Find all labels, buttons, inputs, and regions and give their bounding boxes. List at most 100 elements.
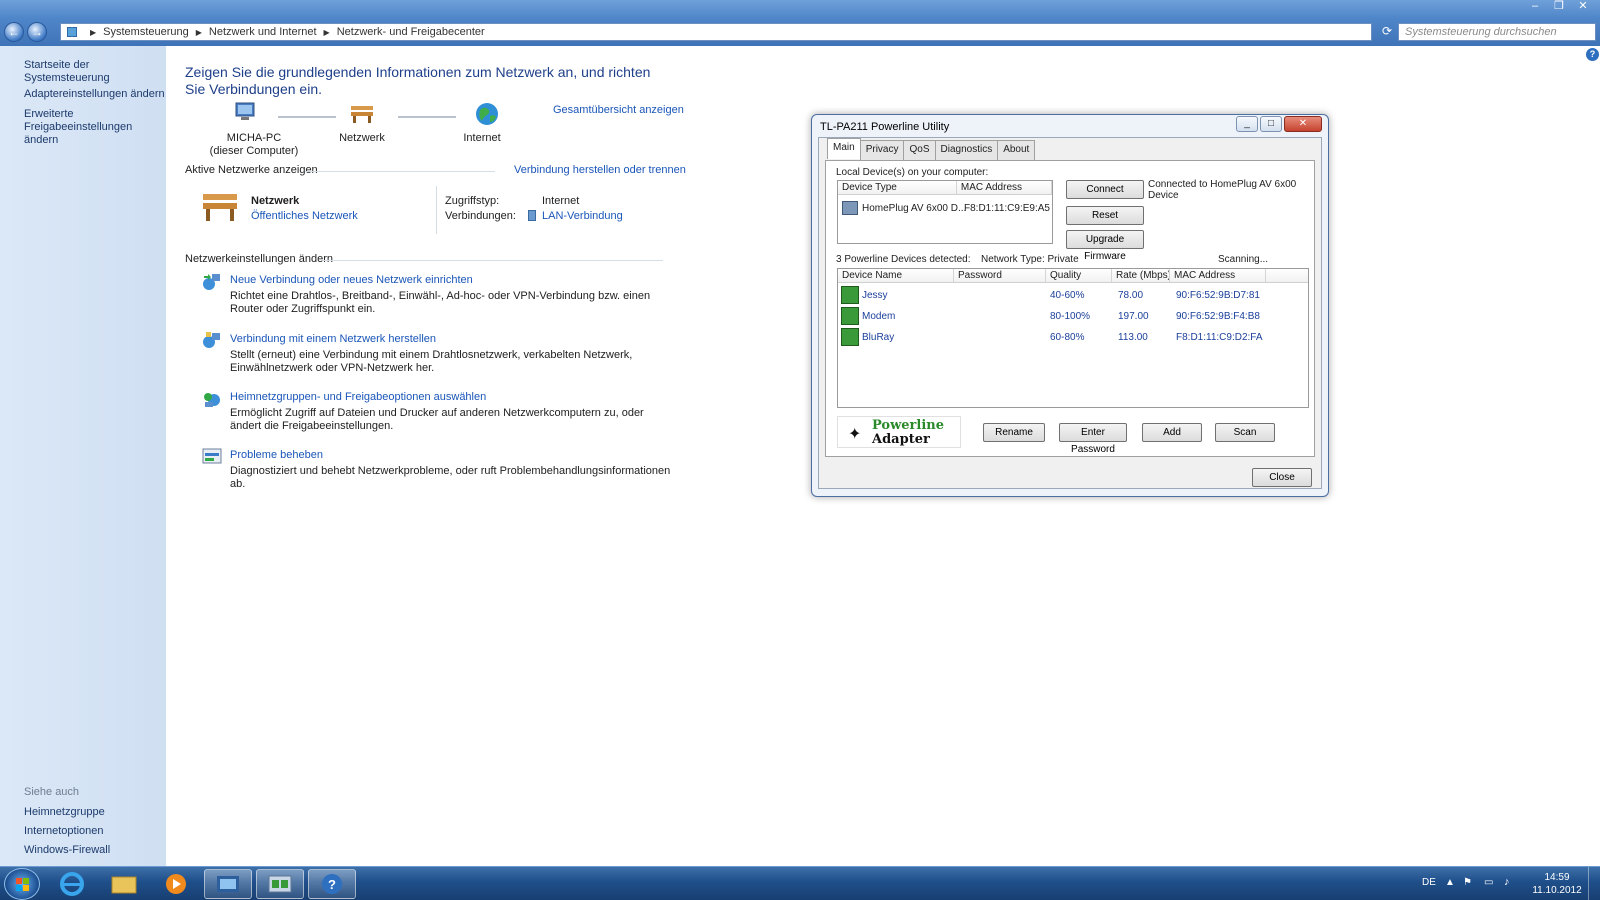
table-row[interactable]: Jessy 40-60% 78.00 90:F6:52:9B:D7:81	[840, 285, 1306, 305]
column-header-password[interactable]: Password	[954, 269, 1046, 282]
local-device-list[interactable]: Device Type MAC Address HomePlug AV 6x00…	[837, 180, 1053, 244]
breadcrumb-item[interactable]: Systemsteuerung	[103, 26, 189, 38]
network-category-link[interactable]: Öffentliches Netzwerk	[251, 210, 358, 222]
taskbar-explorer[interactable]	[100, 869, 148, 899]
rename-button[interactable]: Rename	[983, 423, 1045, 442]
sidebar-item-home[interactable]: Startseite der Systemsteuerung	[24, 59, 166, 85]
clock[interactable]: 14:59 11.10.2012	[1532, 871, 1582, 897]
maximize-button[interactable]: ❐	[1548, 0, 1570, 14]
sidebar-item-homegroup[interactable]: Heimnetzgruppe	[24, 806, 105, 819]
maximize-button[interactable]: □	[1260, 116, 1282, 132]
tab-main[interactable]: Main	[827, 138, 861, 159]
column-header-mac[interactable]: MAC Address	[1170, 269, 1266, 282]
windows-logo-icon	[16, 878, 29, 891]
device-name: BluRay	[862, 331, 895, 343]
tab-about[interactable]: About	[997, 140, 1036, 161]
add-device-button[interactable]: Add	[1142, 423, 1202, 442]
back-button[interactable]: ←	[4, 22, 24, 42]
scan-button[interactable]: Scan	[1215, 423, 1275, 442]
device-quality: 60-80%	[1050, 331, 1085, 343]
device-rate: 197.00	[1118, 310, 1149, 322]
local-device-mac: F8:D1:11:C9:E9:A5	[964, 202, 1050, 214]
scan-status: Scanning...	[1218, 254, 1269, 265]
tab-qos[interactable]: QoS	[903, 140, 936, 161]
map-internet[interactable]: Internet	[452, 132, 512, 144]
status-line: Device	[1148, 190, 1179, 201]
taskbar-powerline-utility[interactable]	[256, 869, 304, 899]
list-item[interactable]: HomePlug AV 6x00 D... F8:D1:11:C9:E9:A5	[840, 198, 1052, 218]
dialog-title: TL-PA211 Powerline Utility	[820, 121, 950, 133]
detected-count: 3 Powerline Devices detected:	[836, 254, 971, 265]
column-header-device-name[interactable]: Device Name	[838, 269, 954, 282]
column-header-mac[interactable]: MAC Address	[957, 181, 1052, 194]
show-hidden-icons-icon[interactable]: ▲	[1445, 877, 1455, 888]
dialog-window-controls: _ □ ✕	[1236, 116, 1322, 132]
task-link[interactable]: Probleme beheben	[230, 449, 323, 461]
connect-button[interactable]: Connect	[1066, 180, 1144, 199]
sidebar-item-adapter-settings[interactable]: Adaptereinstellungen ändern	[24, 88, 165, 101]
upgrade-firmware-button[interactable]: Upgrade Firmware	[1066, 230, 1144, 262]
powerline-device-icon	[841, 328, 859, 346]
language-indicator[interactable]: DE	[1422, 877, 1436, 888]
connect-disconnect-link[interactable]: Verbindung herstellen oder trennen	[514, 164, 686, 176]
reset-button[interactable]: Reset	[1066, 206, 1144, 225]
forward-button[interactable]: →	[27, 22, 47, 42]
access-type-value: Internet	[542, 195, 580, 207]
enter-password-button[interactable]: Enter Password	[1059, 423, 1127, 455]
table-row[interactable]: BluRay 60-80% 113.00 F8:D1:11:C9:D2:FA	[840, 327, 1306, 347]
connection-status: Connected to HomePlug AV 6x00 Device	[1148, 179, 1298, 201]
minimize-button[interactable]: _	[1236, 116, 1258, 132]
taskbar-help[interactable]: ?	[308, 869, 356, 899]
status-line: Connected to HomePlug AV 6x00	[1148, 179, 1297, 190]
close-button[interactable]: ✕	[1572, 0, 1594, 14]
task-link[interactable]: Heimnetzgruppen- und Freigabeoptionen au…	[230, 391, 486, 403]
column-header-device-type[interactable]: Device Type	[838, 181, 957, 194]
task-link[interactable]: Verbindung mit einem Netzwerk herstellen	[230, 333, 436, 345]
powerline-device-list[interactable]: Device Name Password Quality Rate (Mbps)…	[837, 268, 1309, 408]
breadcrumb-item[interactable]: Netzwerk und Internet	[209, 26, 317, 38]
tab-privacy[interactable]: Privacy	[859, 140, 905, 161]
access-type-label: Zugriffstyp:	[445, 195, 500, 207]
taskbar-network-center[interactable]	[204, 869, 252, 899]
sidebar-item-firewall[interactable]: Windows-Firewall	[24, 844, 110, 857]
connection-line	[278, 116, 336, 118]
device-mac: 90:F6:52:9B:F4:B8	[1176, 310, 1260, 322]
help-icon[interactable]: ?	[1586, 48, 1599, 61]
tab-diagnostics[interactable]: Diagnostics	[934, 140, 999, 161]
svg-text:?: ?	[328, 877, 336, 892]
sidebar-item-label: Freigabeeinstellungen ändern	[24, 121, 133, 146]
minimize-button[interactable]: –	[1524, 0, 1546, 14]
show-desktop-button[interactable]	[1588, 867, 1600, 900]
taskbar-media-player[interactable]	[152, 869, 200, 899]
divider	[305, 171, 495, 172]
homegroup-icon	[202, 389, 222, 409]
close-dialog-button[interactable]: Close	[1252, 468, 1312, 487]
start-button[interactable]	[4, 868, 40, 900]
table-row[interactable]: Modem 80-100% 197.00 90:F6:52:9B:F4:B8	[840, 306, 1306, 326]
powerline-utility-dialog: TL-PA211 Powerline Utility _ □ ✕ Main Pr…	[811, 114, 1329, 497]
address-bar[interactable]: ▶ Systemsteuerung ▶ Netzwerk und Interne…	[60, 23, 1372, 41]
full-map-link[interactable]: Gesamtübersicht anzeigen	[553, 104, 684, 116]
volume-icon[interactable]: ♪	[1504, 876, 1510, 888]
action-center-flag-icon[interactable]: ⚑	[1463, 877, 1472, 888]
explorer-title-bar: – ❐ ✕ ← → ▶ Systemsteuerung ▶ Netzwerk u…	[0, 0, 1600, 46]
breadcrumb-item[interactable]: Netzwerk- und Freigabecenter	[337, 26, 485, 38]
powerline-device-icon	[841, 307, 859, 325]
taskbar-ie[interactable]	[48, 869, 96, 899]
task-link[interactable]: Neue Verbindung oder neues Netzwerk einr…	[230, 274, 473, 286]
column-header-quality[interactable]: Quality	[1046, 269, 1112, 282]
lan-connection-link[interactable]: LAN-Verbindung	[542, 210, 623, 222]
active-networks-title: Aktive Netzwerke anzeigen	[185, 164, 318, 176]
search-input[interactable]: Systemsteuerung durchsuchen	[1398, 23, 1596, 41]
sidebar-item-internet-options[interactable]: Internetoptionen	[24, 825, 104, 838]
pc-name: MICHA-PC	[226, 132, 282, 144]
refresh-icon[interactable]: ⟳	[1378, 24, 1396, 41]
clock-date: 11.10.2012	[1532, 885, 1582, 896]
close-icon[interactable]: ✕	[1284, 116, 1322, 132]
column-header-rate[interactable]: Rate (Mbps)	[1112, 269, 1170, 282]
network-tray-icon[interactable]: ▭	[1484, 877, 1493, 888]
map-computer[interactable]: MICHA-PC (dieser Computer)	[204, 132, 304, 158]
sidebar-item-advanced-sharing[interactable]: Erweiterte Freigabeeinstellungen ändern	[24, 108, 166, 147]
logo-text: Adapter	[872, 432, 930, 447]
map-network[interactable]: Netzwerk	[332, 132, 392, 144]
